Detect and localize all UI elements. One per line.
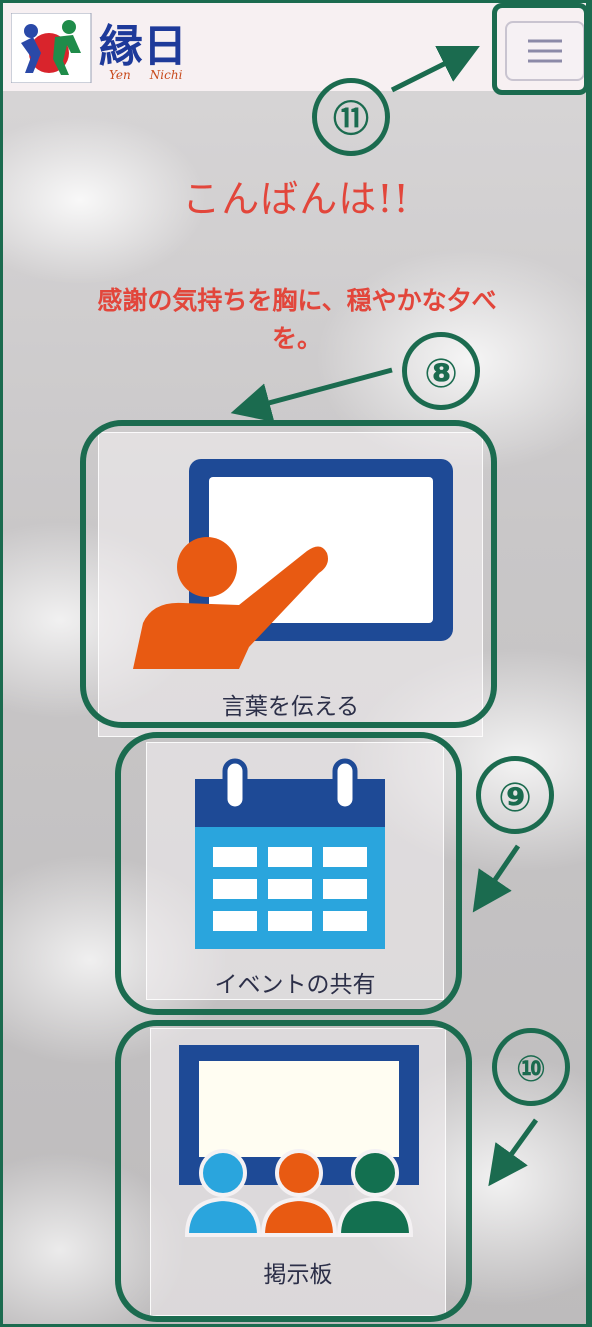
callout-9: ⑨ (476, 756, 554, 834)
arrow-to-card-3 (488, 1118, 539, 1187)
send-words-highlight-outline (80, 420, 497, 728)
bulletin-board-highlight-outline (115, 1020, 472, 1322)
greeting-text: こんばんは!! (182, 177, 410, 221)
greeting-message: 感謝の気持ちを胸に、穏やかな夕べ を。 (22, 282, 572, 358)
logo-title: 縁日 (99, 21, 187, 72)
menu-highlight-outline (492, 3, 589, 95)
callout-8: ⑧ (402, 332, 480, 410)
callout-10: ⑩ (492, 1028, 570, 1106)
message-line-1: 感謝の気持ちを胸に、穏やかな夕べ (97, 286, 497, 315)
share-events-highlight-outline (115, 732, 462, 1015)
arrow-to-card-2 (472, 844, 521, 913)
arrow-to-card-1 (230, 367, 393, 423)
callout-11: ⑪ (312, 78, 390, 156)
yennichi-logo[interactable]: 縁日 Yen Nichi (11, 13, 231, 83)
message-line-2: を。 (271, 324, 322, 353)
logo-subtitle: Yen Nichi (109, 68, 183, 82)
